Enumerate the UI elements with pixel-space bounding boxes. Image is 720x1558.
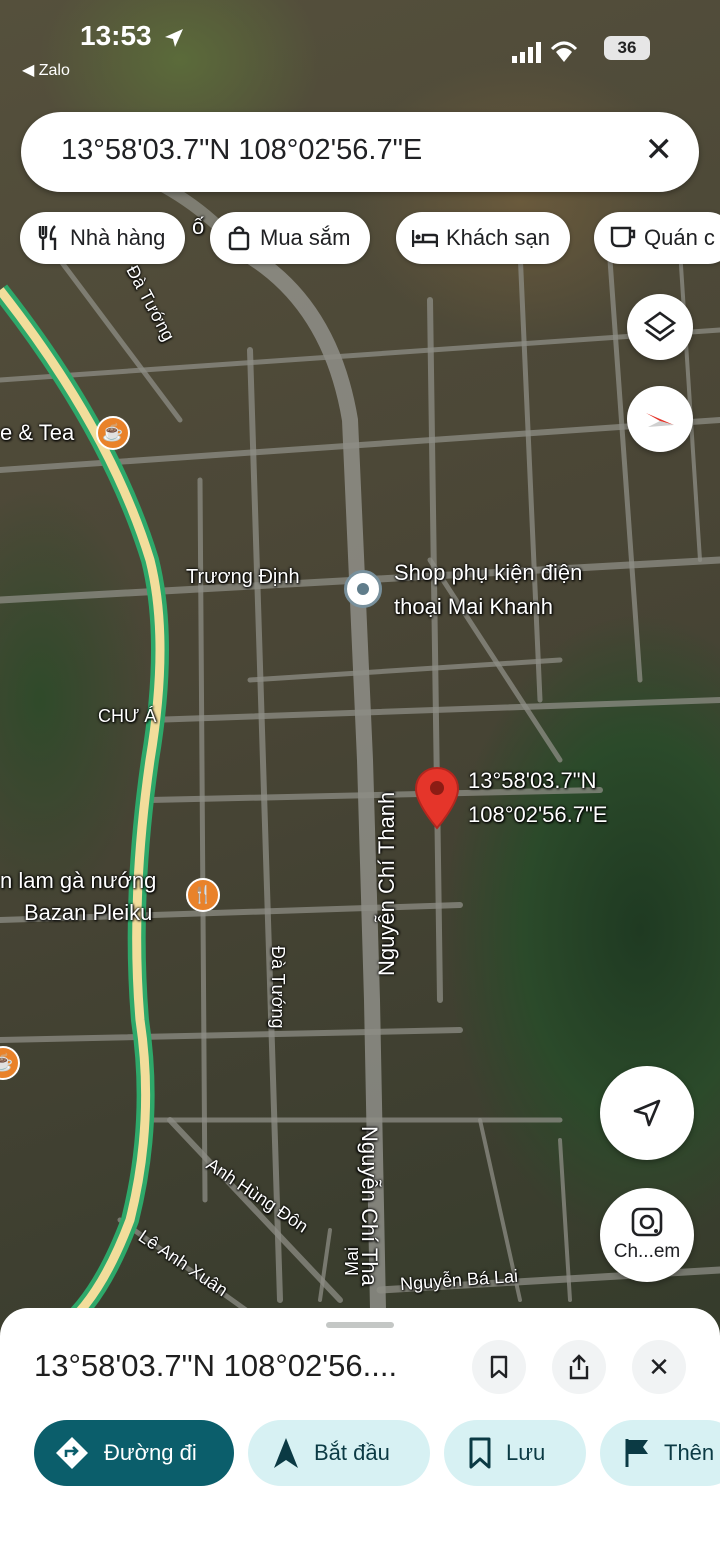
chip-restaurants[interactable]: Nhà hàng — [20, 212, 186, 264]
place-title: 13°58'03.7"N 108°02'56.... — [34, 1348, 398, 1383]
save-button[interactable] — [472, 1340, 526, 1394]
close-sheet-button[interactable]: ✕ — [632, 1340, 686, 1394]
pin-label-lng: 108°02'56.7"E — [468, 802, 608, 827]
street-label-mai: Mai — [342, 1246, 362, 1276]
compass-icon — [646, 413, 674, 427]
chip-shopping[interactable]: Mua sắm — [210, 212, 371, 264]
street-label-da-tuong-mid: Đà Tướng — [268, 946, 288, 1029]
poi-label-restaurant-line2: Bazan Pleiku — [24, 900, 153, 925]
lens-label: Ch...em — [613, 1241, 681, 1262]
save-action-label: Lưu — [506, 1440, 546, 1465]
chip-hotels[interactable]: Khách sạn — [396, 212, 570, 264]
shop-poi-icon[interactable] — [344, 570, 382, 608]
layers-icon — [643, 311, 677, 342]
chip-label: Quán c — [644, 225, 715, 250]
area-label-chu-a: CHƯ Á — [98, 706, 157, 726]
shopping-bag-icon — [226, 225, 252, 251]
save-action-button[interactable]: Lưu — [444, 1420, 586, 1486]
compass-button[interactable] — [627, 386, 693, 452]
more-label: Thên — [664, 1440, 715, 1465]
coffee-poi-icon[interactable]: ☕ — [96, 416, 130, 450]
poi-label-shop-line2: thoại Mai Khanh — [394, 594, 553, 619]
lens-icon — [631, 1207, 663, 1237]
start-button[interactable]: Bắt đầu — [248, 1420, 430, 1486]
my-location-button[interactable] — [600, 1066, 694, 1160]
poi-label-shop-line1: Shop phụ kiện điện — [394, 560, 583, 585]
my-location-icon — [633, 1099, 661, 1127]
layers-button[interactable] — [627, 294, 693, 360]
drag-handle[interactable] — [326, 1322, 394, 1328]
chip-label: Khách sạn — [446, 225, 550, 250]
search-query[interactable]: 13°58'03.7"N 108°02'56.7"E — [61, 134, 422, 167]
fork-knife-icon — [36, 225, 62, 251]
directions-icon — [54, 1435, 90, 1471]
battery-indicator: 36 — [604, 36, 650, 60]
directions-label: Đường đi — [104, 1440, 197, 1465]
flag-icon — [624, 1437, 650, 1469]
close-icon: ✕ — [648, 1351, 670, 1382]
share-icon — [569, 1354, 589, 1380]
poi-label-restaurant-line1: n lam gà nướng — [0, 868, 157, 893]
more-button[interactable]: Thên — [600, 1420, 720, 1486]
bed-icon — [412, 228, 438, 248]
signal-wifi-icon — [512, 41, 578, 63]
search-bar[interactable]: 13°58'03.7"N 108°02'56.7"E ✕ — [21, 112, 699, 192]
bookmark-icon — [468, 1437, 492, 1469]
chip-coffee[interactable]: Quán c — [594, 212, 720, 264]
coffee-icon — [610, 226, 636, 250]
lens-button[interactable]: Ch...em — [600, 1188, 694, 1282]
map-pin-icon — [414, 766, 460, 830]
bookmark-icon — [490, 1355, 508, 1379]
chip-label: Mua sắm — [260, 225, 351, 250]
navigation-arrow-icon — [272, 1436, 300, 1470]
status-time: 13:53 — [80, 20, 185, 52]
status-bar: 13:53 ◀ Zalo 36 — [0, 0, 720, 90]
back-to-app-link[interactable]: ◀ Zalo — [22, 60, 70, 80]
back-app-label: Zalo — [38, 62, 70, 79]
restaurant-poi-icon[interactable]: 🍴 — [186, 878, 220, 912]
pin-label-lat: 13°58'03.7"N — [468, 768, 597, 793]
close-icon[interactable]: ✕ — [645, 130, 674, 170]
directions-button[interactable]: Đường đi — [34, 1420, 234, 1486]
start-label: Bắt đầu — [314, 1440, 390, 1465]
location-arrow-icon — [165, 28, 184, 47]
street-label-nguyen-chi-thanh-1: Nguyễn Chí Thanh — [374, 791, 399, 976]
street-label-truong-dinh: Trương Định — [186, 566, 300, 588]
place-bottom-sheet: 13°58'03.7"N 108°02'56.... ✕ Đường đi Bắ… — [0, 1308, 720, 1558]
share-button[interactable] — [552, 1340, 606, 1394]
category-chips: Nhà hàng Mua sắm Khách sạn Quán c — [0, 212, 720, 268]
chip-label: Nhà hàng — [70, 225, 166, 250]
map-label-cafe: e & Tea — [0, 420, 75, 445]
